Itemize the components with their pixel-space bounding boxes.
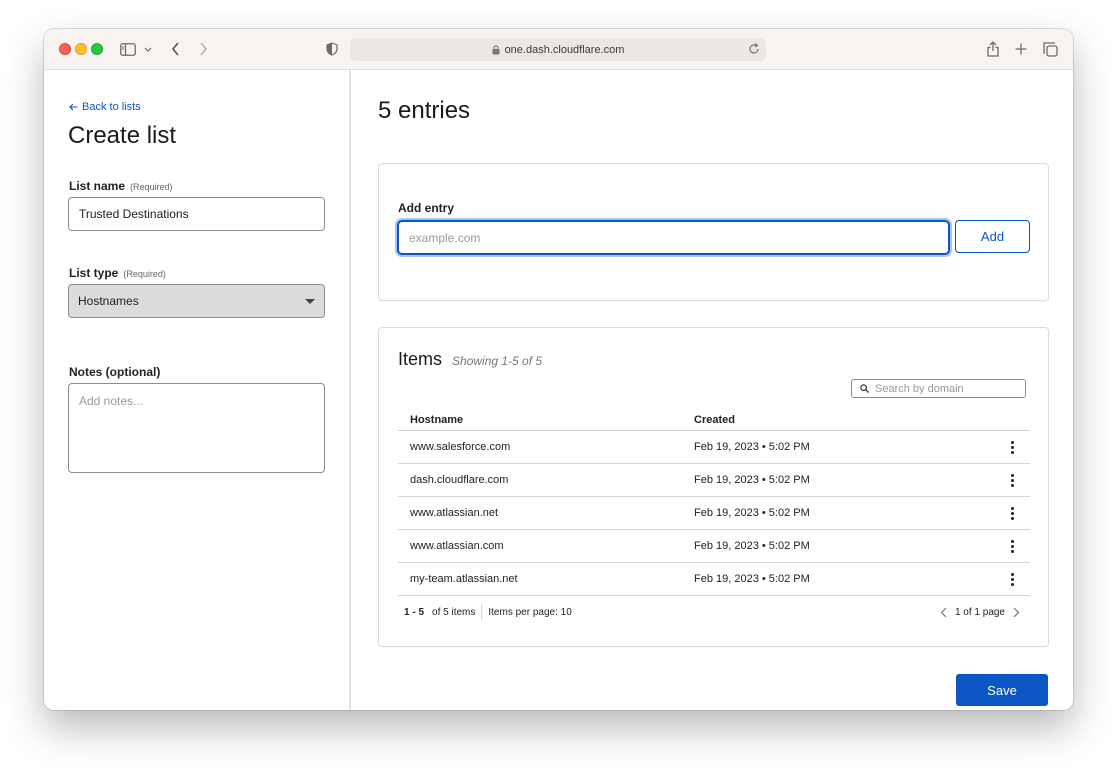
notes-placeholder: Add notes... <box>79 394 144 408</box>
table-row: www.atlassian.com Feb 19, 2023 • 5:02 PM <box>398 530 1030 563</box>
list-name-input[interactable]: Trusted Destinations <box>68 197 325 231</box>
page-title: Create list <box>68 122 177 149</box>
forward-arrow-icon[interactable] <box>196 39 210 59</box>
created-cell: Feb 19, 2023 • 5:02 PM <box>694 573 810 585</box>
add-entry-placeholder: example.com <box>409 230 481 245</box>
dropdown-caret-icon <box>305 298 315 304</box>
items-title: Items <box>398 349 443 369</box>
notes-label: Notes (optional) <box>69 365 161 379</box>
pagination-range: 1 - 5 <box>404 606 425 618</box>
privacy-shield-icon[interactable] <box>325 39 339 59</box>
next-page-icon[interactable] <box>1013 607 1020 618</box>
list-name-label-text: List name <box>69 179 126 193</box>
list-type-label: List type (Required) <box>69 266 166 280</box>
entries-panel: 5 entries Add entry example.com Add Item… <box>353 70 1073 710</box>
pagination-bar: 1 - 5 of 5 items Items per page: 10 1 of… <box>398 602 1030 622</box>
share-icon[interactable] <box>986 39 1000 59</box>
column-header-created[interactable]: Created <box>694 414 994 426</box>
items-count-subtitle: Showing 1-5 of 5 <box>452 354 543 368</box>
hostname-cell: www.atlassian.net <box>410 507 499 519</box>
close-window-button[interactable] <box>59 43 71 55</box>
items-per-page-selector[interactable]: Items per page: 10 <box>488 607 571 618</box>
table-row: my-team.atlassian.net Feb 19, 2023 • 5:0… <box>398 563 1030 596</box>
search-icon <box>860 384 869 393</box>
browser-toolbar: one.dash.cloudflare.com <box>44 29 1073 70</box>
address-bar[interactable]: one.dash.cloudflare.com <box>350 38 766 61</box>
created-cell: Feb 19, 2023 • 5:02 PM <box>694 441 810 453</box>
table-header: Hostname Created <box>398 410 1030 431</box>
created-cell: Feb 19, 2023 • 5:02 PM <box>694 507 810 519</box>
arrow-left-icon <box>69 103 78 111</box>
page-indicator: 1 of 1 page <box>954 606 1005 618</box>
previous-page-icon[interactable] <box>940 607 947 618</box>
row-actions-menu-icon[interactable] <box>994 539 1030 553</box>
created-cell: Feb 19, 2023 • 5:02 PM <box>694 540 810 552</box>
save-button[interactable]: Save <box>956 674 1048 706</box>
required-hint: (Required) <box>123 269 166 279</box>
new-tab-icon[interactable] <box>1014 39 1028 59</box>
row-actions-menu-icon[interactable] <box>994 440 1030 454</box>
zoom-window-button[interactable] <box>91 43 103 55</box>
required-hint: (Required) <box>130 182 173 192</box>
list-name-label: List name (Required) <box>69 179 173 193</box>
tab-overview-icon[interactable] <box>1042 39 1058 59</box>
table-row: www.atlassian.net Feb 19, 2023 • 5:02 PM <box>398 497 1030 530</box>
add-entry-card: Add entry example.com Add <box>378 163 1049 301</box>
items-table: Hostname Created www.salesforce.com Feb … <box>398 410 1030 596</box>
table-row: dash.cloudflare.com Feb 19, 2023 • 5:02 … <box>398 464 1030 497</box>
hostname-cell: www.atlassian.com <box>410 540 504 552</box>
row-actions-menu-icon[interactable] <box>994 506 1030 520</box>
chevron-down-icon[interactable] <box>143 39 153 59</box>
sidebar-toggle-icon[interactable] <box>119 39 137 59</box>
items-card: Items Showing 1-5 of 5 Search by domain … <box>378 327 1049 647</box>
back-link-label: Back to lists <box>82 101 141 113</box>
hostname-cell: www.salesforce.com <box>410 441 511 453</box>
list-type-value: Hostnames <box>78 294 139 308</box>
add-entry-input[interactable]: example.com <box>397 220 950 255</box>
minimize-window-button[interactable] <box>75 43 87 55</box>
url-text: one.dash.cloudflare.com <box>504 43 625 56</box>
pagination-total: of 5 items <box>432 606 476 618</box>
hostname-cell: dash.cloudflare.com <box>410 474 509 486</box>
list-type-select[interactable]: Hostnames <box>68 284 325 318</box>
column-header-hostname[interactable]: Hostname <box>398 414 694 426</box>
list-settings-panel: Back to lists Create list List name (Requ… <box>44 70 351 710</box>
pagination-divider <box>481 604 483 620</box>
list-type-label-text: List type <box>69 266 119 280</box>
items-header: Items Showing 1-5 of 5 <box>398 349 542 370</box>
table-row: www.salesforce.com Feb 19, 2023 • 5:02 P… <box>398 431 1030 464</box>
browser-window: one.dash.cloudflare.com Back to lists Cr… <box>44 29 1073 710</box>
search-domain-input[interactable]: Search by domain <box>851 379 1026 398</box>
back-to-lists-link[interactable]: Back to lists <box>69 101 141 113</box>
add-entry-label: Add entry <box>398 201 455 215</box>
lock-icon <box>492 44 500 55</box>
list-name-value: Trusted Destinations <box>79 207 189 221</box>
add-entry-button[interactable]: Add <box>955 220 1030 253</box>
notes-textarea[interactable]: Add notes... <box>68 383 325 473</box>
back-arrow-icon[interactable] <box>168 39 182 59</box>
row-actions-menu-icon[interactable] <box>994 572 1030 586</box>
reload-icon[interactable] <box>748 42 760 55</box>
page-navigation: 1 of 1 page <box>940 607 1020 618</box>
created-cell: Feb 19, 2023 • 5:02 PM <box>694 474 810 486</box>
row-actions-menu-icon[interactable] <box>994 473 1030 487</box>
entries-title: 5 entries <box>378 97 471 124</box>
search-placeholder: Search by domain <box>875 382 964 395</box>
hostname-cell: my-team.atlassian.net <box>410 573 518 585</box>
